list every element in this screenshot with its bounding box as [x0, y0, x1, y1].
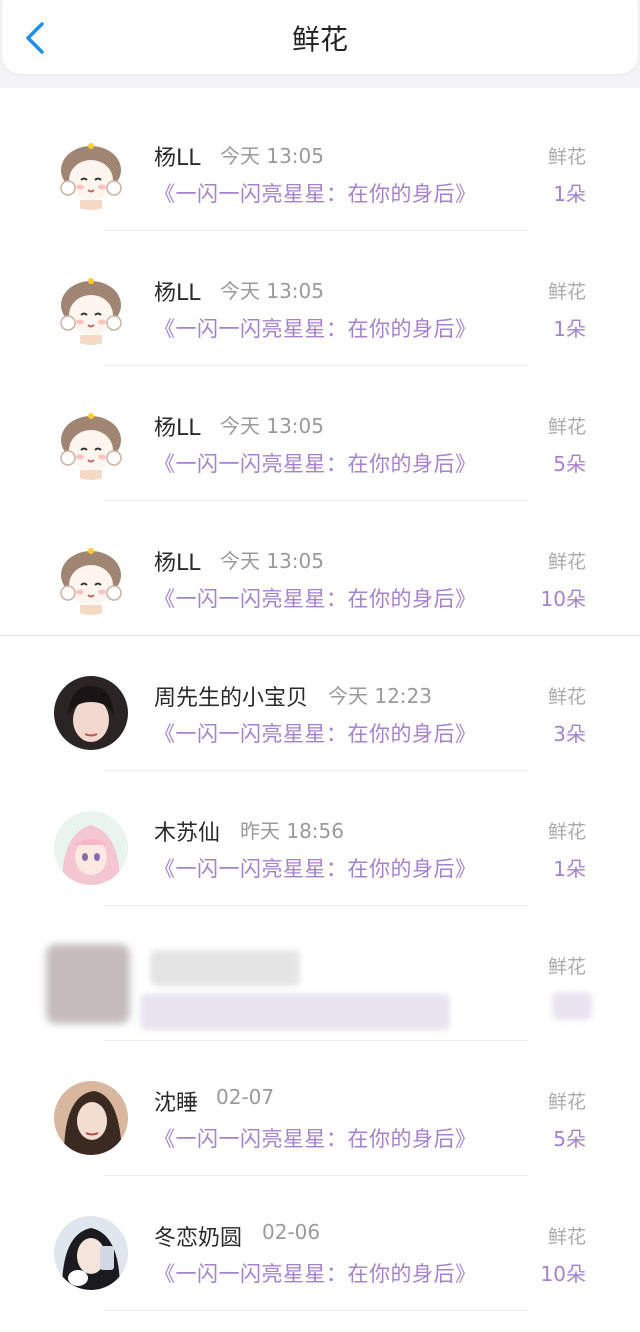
gift-count: 3朵 — [553, 722, 586, 746]
photo-avatar[interactable] — [54, 676, 128, 750]
book-title-link[interactable]: 《一闪一闪亮星星：在你的身后》 — [154, 1258, 477, 1288]
redacted-name — [150, 950, 300, 986]
book-title-link[interactable]: 《一闪一闪亮星星：在你的身后》 — [154, 178, 477, 208]
book-title-link[interactable]: 《一闪一闪亮星星：在你的身后》 — [154, 313, 477, 343]
anime-avatar[interactable] — [54, 811, 128, 885]
sender-name[interactable]: 木苏仙 — [154, 815, 220, 847]
gift-type: 鲜花 — [547, 956, 586, 978]
gift-count: 5朵 — [553, 1127, 586, 1151]
gift-type: 鲜花 — [547, 551, 586, 573]
sender-name[interactable]: 杨LL — [154, 410, 201, 442]
list-item[interactable]: 杨LL 今天 13:05 《一闪一闪亮星星：在你的身后》 鲜花 5朵 — [0, 366, 640, 501]
book-title-link[interactable]: 《一闪一闪亮星星：在你的身后》 — [154, 583, 477, 613]
flower-record-list: 杨LL 今天 13:05 《一闪一闪亮星星：在你的身后》 鲜花 1朵 杨LL 今… — [0, 96, 640, 1311]
redacted-book-title — [140, 994, 450, 1030]
send-time: 今天 13:05 — [220, 144, 324, 168]
send-time: 今天 13:05 — [220, 414, 324, 438]
list-item[interactable]: 冬恋奶圆 02-06 《一闪一闪亮星星：在你的身后》 鲜花 10朵 — [0, 1176, 640, 1311]
gift-type: 鲜花 — [547, 146, 586, 168]
cartoon-girl-avatar[interactable] — [54, 136, 128, 210]
sender-name[interactable]: 杨LL — [154, 545, 201, 577]
gift-type: 鲜花 — [547, 686, 586, 708]
gift-count: 10朵 — [540, 587, 586, 611]
divider — [104, 1310, 528, 1311]
cartoon-girl-avatar[interactable] — [54, 271, 128, 345]
gift-type: 鲜花 — [547, 1091, 586, 1113]
list-item[interactable]: 周先生的小宝贝 今天 12:23 《一闪一闪亮星星：在你的身后》 鲜花 3朵 — [0, 636, 640, 771]
sender-name[interactable]: 杨LL — [154, 275, 201, 307]
sender-name[interactable]: 沈睡 — [154, 1085, 198, 1117]
list-item-redacted[interactable]: 鲜花 — [0, 906, 640, 1041]
gift-type: 鲜花 — [547, 281, 586, 303]
gift-type: 鲜花 — [547, 1226, 586, 1248]
send-time: 今天 12:23 — [328, 684, 432, 708]
header: 鲜花 — [2, 0, 638, 74]
page-title: 鲜花 — [291, 23, 348, 56]
list-item[interactable]: 杨LL 今天 13:05 《一闪一闪亮星星：在你的身后》 鲜花 1朵 — [0, 96, 640, 231]
photo-avatar[interactable] — [54, 1081, 128, 1155]
sender-name[interactable]: 周先生的小宝贝 — [154, 680, 308, 712]
send-time: 昨天 18:56 — [240, 819, 344, 843]
send-time: 今天 13:05 — [220, 279, 324, 303]
list-item[interactable]: 杨LL 今天 13:05 《一闪一闪亮星星：在你的身后》 鲜花 10朵 — [0, 501, 640, 636]
send-time: 02-06 — [262, 1220, 321, 1244]
blurred-avatar — [46, 944, 130, 1024]
cartoon-girl-avatar[interactable] — [54, 406, 128, 480]
gift-count: 1朵 — [553, 317, 586, 341]
list-item[interactable]: 沈睡 02-07 《一闪一闪亮星星：在你的身后》 鲜花 5朵 — [0, 1041, 640, 1176]
sender-name[interactable]: 杨LL — [154, 140, 201, 172]
redacted-count — [552, 992, 592, 1020]
gift-count: 1朵 — [553, 182, 586, 206]
gift-count: 10朵 — [540, 1262, 586, 1286]
gift-count: 5朵 — [553, 452, 586, 476]
send-time: 今天 13:05 — [220, 549, 324, 573]
book-title-link[interactable]: 《一闪一闪亮星星：在你的身后》 — [154, 448, 477, 478]
send-time: 02-07 — [216, 1085, 275, 1109]
book-title-link[interactable]: 《一闪一闪亮星星：在你的身后》 — [154, 853, 477, 883]
list-item[interactable]: 杨LL 今天 13:05 《一闪一闪亮星星：在你的身后》 鲜花 1朵 — [0, 231, 640, 366]
book-title-link[interactable]: 《一闪一闪亮星星：在你的身后》 — [154, 718, 477, 748]
gift-type: 鲜花 — [547, 416, 586, 438]
book-title-link[interactable]: 《一闪一闪亮星星：在你的身后》 — [154, 1123, 477, 1153]
gift-type: 鲜花 — [547, 821, 586, 843]
list-item[interactable]: 木苏仙 昨天 18:56 《一闪一闪亮星星：在你的身后》 鲜花 1朵 — [0, 771, 640, 906]
cartoon-girl-avatar[interactable] — [54, 541, 128, 615]
photo-avatar[interactable] — [54, 1216, 128, 1290]
sender-name[interactable]: 冬恋奶圆 — [154, 1220, 242, 1252]
gift-count: 1朵 — [553, 857, 586, 881]
